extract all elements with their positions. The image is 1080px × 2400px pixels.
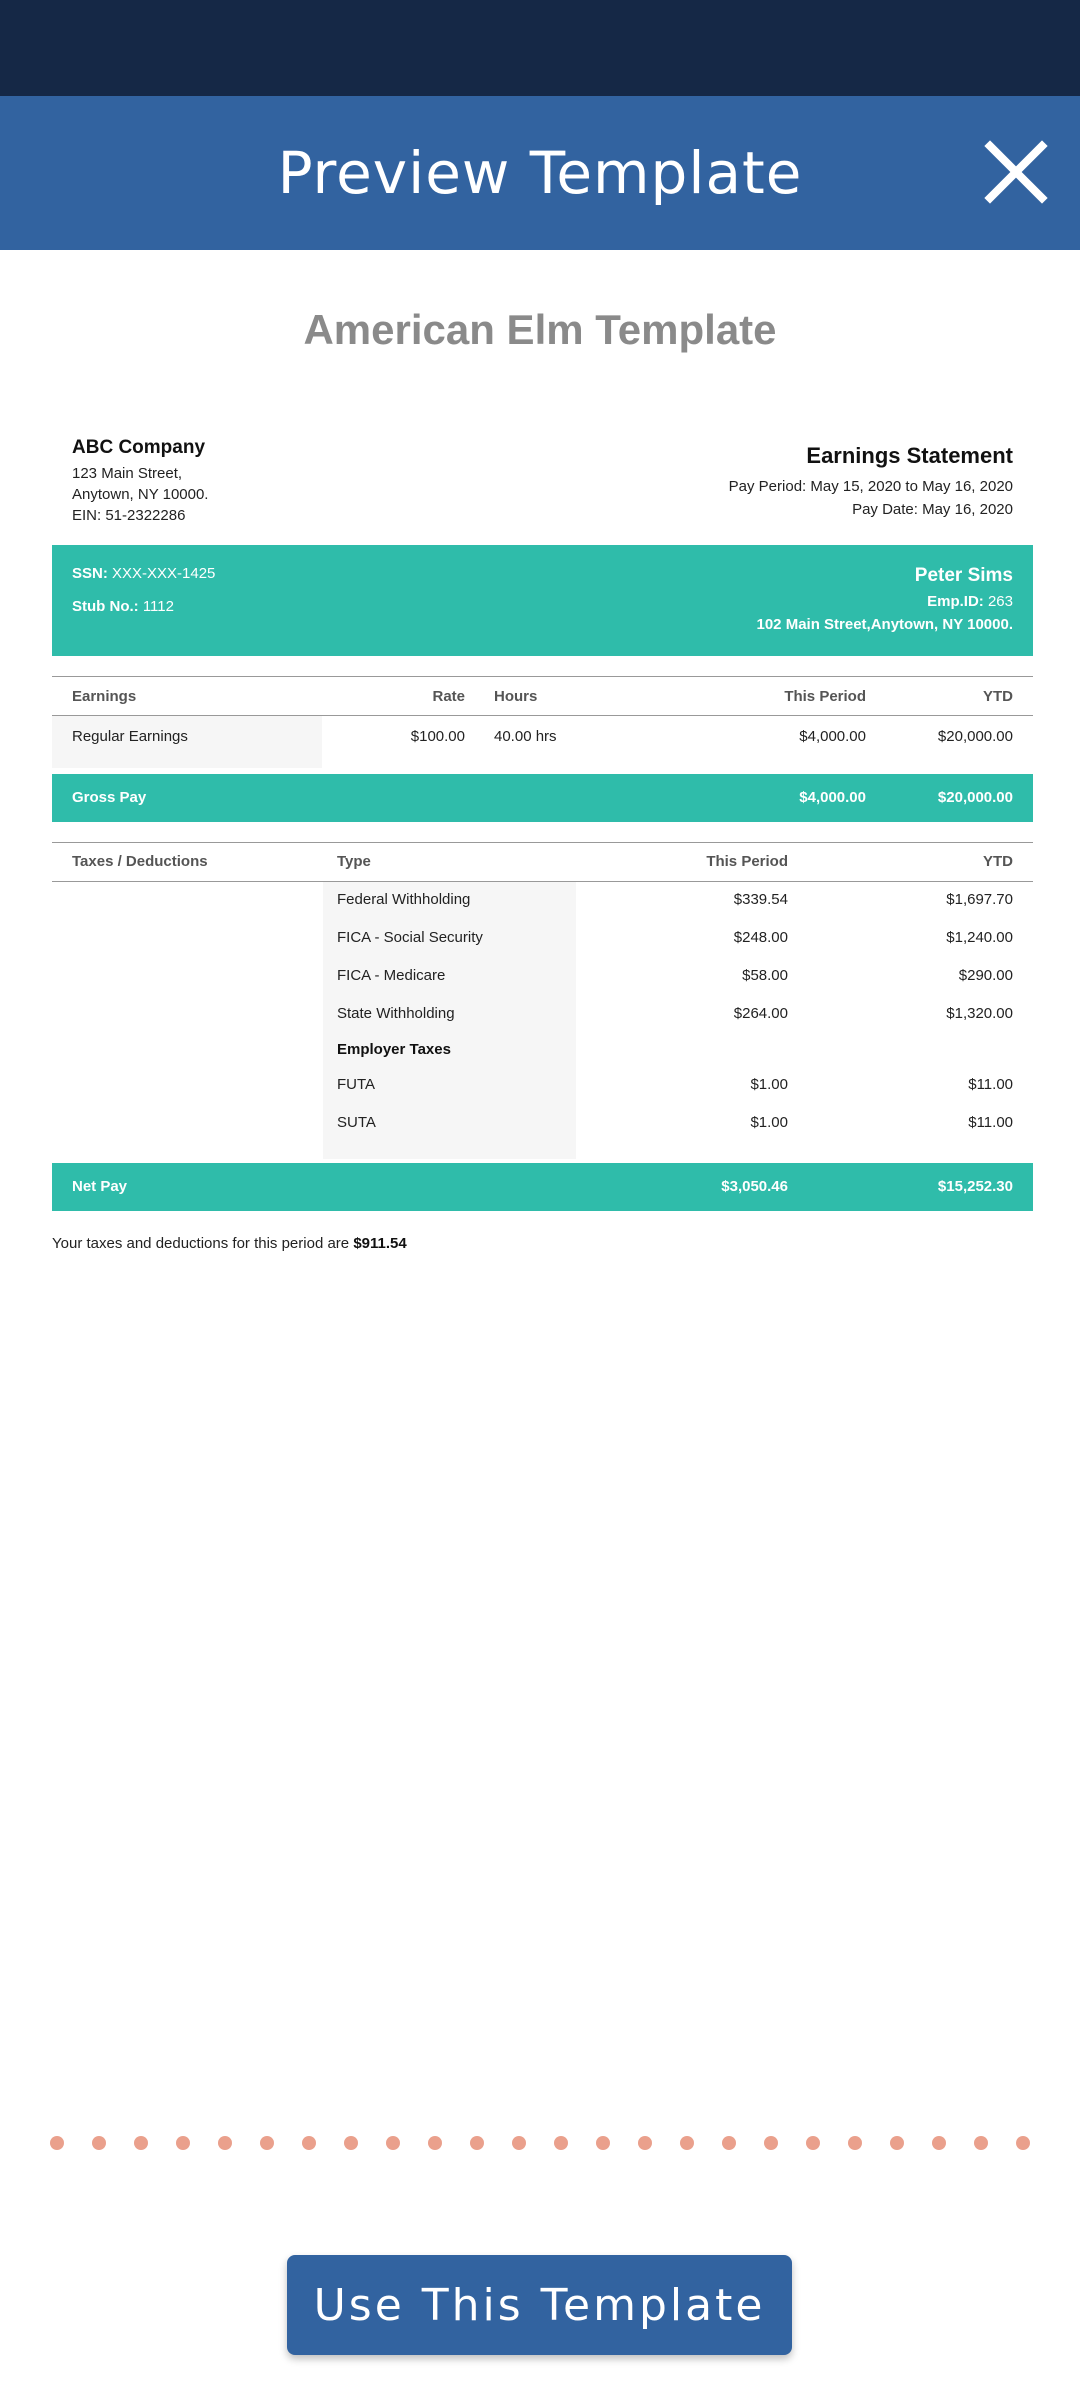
divider-dot — [890, 2136, 904, 2150]
tax-row-this-period: $264.00 — [733, 1005, 788, 1022]
use-template-button[interactable]: Use This Template — [287, 2255, 792, 2355]
pay-date: Pay Date: May 16, 2020 — [852, 501, 1013, 518]
employee-name: Peter Sims — [914, 565, 1013, 586]
stub-row: Stub No.: 1112 — [72, 598, 174, 615]
close-button[interactable] — [980, 136, 1052, 208]
divider-dot — [176, 2136, 190, 2150]
employer-tax-row-type: SUTA — [337, 1114, 376, 1131]
stub-label: Stub No.: — [72, 598, 139, 615]
pay-period: Pay Period: May 15, 2020 to May 16, 2020 — [728, 478, 1013, 495]
divider-dot — [806, 2136, 820, 2150]
divider-dot — [932, 2136, 946, 2150]
divider-dot — [50, 2136, 64, 2150]
divider-dot — [470, 2136, 484, 2150]
taxes-header-type: Type — [337, 853, 371, 870]
earnings-row-name: Regular Earnings — [72, 728, 188, 745]
taxes-header-this-period: This Period — [706, 853, 788, 870]
close-icon — [984, 140, 1048, 204]
emp-id-label: Emp.ID: — [927, 593, 984, 610]
tax-row-this-period: $339.54 — [733, 891, 788, 908]
tax-row-type: FICA - Medicare — [337, 967, 446, 984]
company-name: ABC Company — [72, 437, 206, 458]
taxes-top-rule — [52, 842, 1033, 843]
earnings-header-this-period: This Period — [784, 688, 866, 705]
divider-dot — [764, 2136, 778, 2150]
ssn-label: SSN: — [72, 565, 108, 582]
statement-title: Earnings Statement — [806, 443, 1013, 468]
divider-dot — [512, 2136, 526, 2150]
deductions-summary: Your taxes and deductions for this perio… — [52, 1235, 407, 1252]
company-address-line1: 123 Main Street, — [72, 465, 183, 482]
earnings-header-hours: Hours — [494, 688, 538, 705]
earnings-row-this-period: $4,000.00 — [799, 728, 866, 745]
employer-tax-row-ytd: $11.00 — [968, 1076, 1013, 1093]
earnings-header-earnings: Earnings — [72, 688, 137, 705]
divider-dot — [722, 2136, 736, 2150]
divider-dot — [554, 2136, 568, 2150]
tax-row-type: FICA - Social Security — [337, 929, 483, 946]
divider-dot — [92, 2136, 106, 2150]
net-pay-band: Net Pay $3,050.46 $15,252.30 — [52, 1163, 1033, 1211]
taxes-header-ytd: YTD — [983, 853, 1013, 870]
tax-row-ytd: $290.00 — [958, 967, 1013, 984]
divider-dot — [428, 2136, 442, 2150]
tax-row-this-period: $58.00 — [742, 967, 788, 984]
tax-row-type: Federal Withholding — [337, 891, 471, 908]
app-header: Preview Template — [0, 96, 1080, 250]
page-title: Preview Template — [277, 139, 803, 207]
employer-taxes-heading: Employer Taxes — [337, 1041, 451, 1058]
tax-row-ytd: $1,320.00 — [946, 1005, 1013, 1022]
stub-value: 1112 — [142, 598, 174, 615]
net-pay-label: Net Pay — [72, 1178, 128, 1195]
employee-address: 102 Main Street,Anytown, NY 10000. — [756, 616, 1014, 633]
tax-row-ytd: $1,697.70 — [946, 891, 1013, 908]
company-address-line2: Anytown, NY 10000. — [72, 486, 209, 503]
earnings-row-rate: $100.00 — [410, 728, 465, 745]
earnings-row-ytd: $20,000.00 — [937, 728, 1013, 745]
divider-dot — [974, 2136, 988, 2150]
divider-dot — [302, 2136, 316, 2150]
divider-dot — [386, 2136, 400, 2150]
divider-dot — [638, 2136, 652, 2150]
divider-dot — [596, 2136, 610, 2150]
status-bar — [0, 0, 1080, 96]
company-ein: EIN: 51-2322286 — [72, 507, 186, 524]
emp-id-row: Emp.ID: 263 — [927, 593, 1013, 610]
emp-id-value: 263 — [987, 593, 1013, 610]
divider-dot — [680, 2136, 694, 2150]
tax-row-this-period: $248.00 — [733, 929, 788, 946]
gross-pay-this-period: $4,000.00 — [799, 789, 866, 806]
divider-dot — [134, 2136, 148, 2150]
earnings-header-ytd: YTD — [983, 688, 1013, 705]
divider-dot — [344, 2136, 358, 2150]
tax-row-ytd: $1,240.00 — [946, 929, 1013, 946]
earnings-row-hours: 40.00 hrs — [494, 728, 557, 745]
earnings-top-rule — [52, 676, 1033, 677]
employer-tax-row-this-period: $1.00 — [750, 1114, 788, 1131]
tax-row-type: State Withholding — [337, 1005, 455, 1022]
earnings-header-rate: Rate — [432, 688, 465, 705]
gross-pay-ytd: $20,000.00 — [937, 789, 1013, 806]
employee-band: SSN: XXX-XXX-1425 Stub No.: 1112 Peter S… — [52, 545, 1033, 656]
divider-dot — [848, 2136, 862, 2150]
divider-dot — [1016, 2136, 1030, 2150]
divider-dot — [218, 2136, 232, 2150]
net-pay-ytd: $15,252.30 — [937, 1178, 1013, 1195]
employer-tax-row-ytd: $11.00 — [968, 1114, 1013, 1131]
template-name: American Elm Template — [303, 306, 777, 353]
taxes-header-taxes: Taxes / Deductions — [72, 853, 208, 870]
deductions-summary-text: Your taxes and deductions for this perio… — [52, 1235, 350, 1252]
net-pay-this-period: $3,050.46 — [721, 1178, 788, 1195]
deductions-summary-amount: $911.54 — [353, 1235, 407, 1252]
ssn-row: SSN: XXX-XXX-1425 — [72, 565, 215, 582]
ssn-value: XXX-XXX-1425 — [112, 565, 216, 582]
gross-pay-band: Gross Pay $4,000.00 $20,000.00 — [52, 774, 1033, 822]
gross-pay-label: Gross Pay — [72, 789, 147, 806]
divider-dot — [260, 2136, 274, 2150]
employer-tax-row-type: FUTA — [337, 1076, 376, 1093]
employer-tax-row-this-period: $1.00 — [750, 1076, 788, 1093]
